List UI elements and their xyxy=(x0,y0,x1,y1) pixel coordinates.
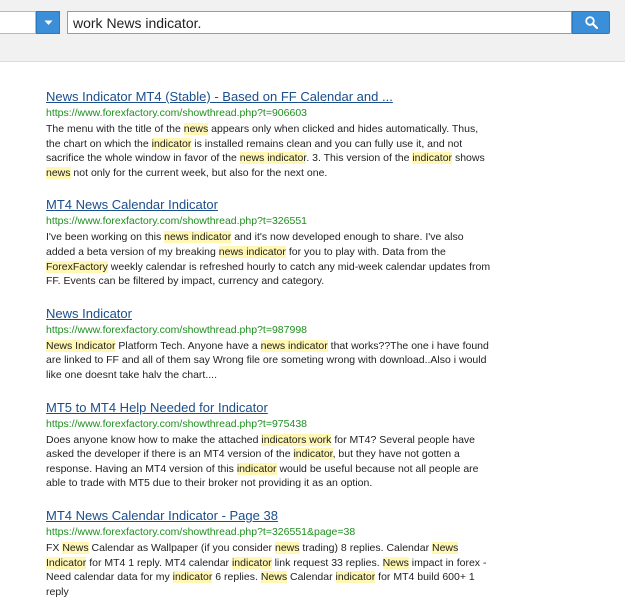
result-snippet: Does anyone know how to make the attache… xyxy=(46,433,491,491)
snippet-text: Platform Tech. Anyone have a xyxy=(115,339,261,352)
result-url: https://www.forexfactory.com/showthread.… xyxy=(46,107,307,119)
search-button[interactable] xyxy=(572,11,610,34)
result-snippet: The menu with the title of the news appe… xyxy=(46,122,491,180)
snippet-text: trading) 8 replies. Calendar xyxy=(299,541,432,554)
result-snippet: FX News Calendar as Wallpaper (if you co… xyxy=(46,541,491,599)
snippet-highlight: News xyxy=(260,571,288,584)
search-result: News Indicator MT4 (Stable) - Based on F… xyxy=(46,89,491,180)
chevron-down-icon xyxy=(44,20,52,25)
snippet-text: link request 33 replies. xyxy=(271,556,383,569)
snippet-highlight: ForexFactory xyxy=(46,260,108,273)
result-snippet: I've been working on this news indicator… xyxy=(46,230,491,288)
snippet-highlight: indicator xyxy=(335,571,376,584)
snippet-highlight: indicator xyxy=(236,462,277,475)
dropdown-button[interactable] xyxy=(36,11,60,34)
result-url: https://www.forexfactory.com/showthread.… xyxy=(46,215,307,228)
snippet-highlight: news xyxy=(274,541,300,554)
snippet-highlight: indicator xyxy=(231,556,272,569)
snippet-highlight: indicator xyxy=(412,152,453,165)
search-result: News Indicator https://www.forexfactory.… xyxy=(46,306,491,383)
snippet-text: The menu with the title of the xyxy=(46,123,184,135)
snippet-highlight: indicators work xyxy=(261,433,332,446)
result-title-link[interactable]: MT4 News Calendar Indicator xyxy=(46,197,491,213)
result-url: https://www.forexfactory.com/showthread.… xyxy=(46,525,356,538)
snippet-text: shows xyxy=(452,152,485,165)
snippet-text: weekly calendar is refreshed hourly to c… xyxy=(46,260,491,288)
snippet-text: Calendar as Wallpaper (if you consider xyxy=(88,541,275,554)
snippet-text: for you to play with. Data from the xyxy=(285,245,446,258)
snippet-highlight: news indicator xyxy=(260,339,328,352)
snippet-text: 6 replies. xyxy=(212,571,261,584)
result-snippet: News Indicator Platform Tech. Anyone hav… xyxy=(46,339,491,383)
result-title-link[interactable]: MT4 News Calendar Indicator - Page 38 xyxy=(46,508,491,524)
snippet-highlight: news indicator xyxy=(164,231,232,244)
result-url: https://www.forexfactory.com/showthread.… xyxy=(46,417,307,430)
snippet-highlight: news xyxy=(183,123,209,135)
snippet-highlight: indicator xyxy=(151,137,192,150)
search-result: MT5 to MT4 Help Needed for Indicator htt… xyxy=(46,400,491,491)
result-title-link[interactable]: MT5 to MT4 Help Needed for Indicator xyxy=(46,400,491,416)
search-toolbar xyxy=(0,0,625,62)
snippet-text: FX xyxy=(46,541,63,554)
snippet-highlight: News xyxy=(382,556,409,569)
snippet-text: not only for the current week, but also … xyxy=(70,166,328,179)
snippet-text: Calendar xyxy=(287,571,336,584)
search-results: News Indicator MT4 (Stable) - Based on F… xyxy=(46,89,491,616)
snippet-text: I've been working on this xyxy=(46,231,165,244)
search-input[interactable] xyxy=(67,11,572,34)
snippet-highlight: indicator xyxy=(172,571,213,584)
snippet-highlight: News Indicator xyxy=(46,339,116,352)
search-icon xyxy=(584,16,598,29)
result-title-link[interactable]: News Indicator xyxy=(46,306,491,322)
search-engine-select[interactable] xyxy=(0,11,36,34)
snippet-highlight: News xyxy=(62,541,89,554)
snippet-highlight: news indicator xyxy=(239,152,307,165)
snippet-highlight: news xyxy=(46,166,71,179)
result-url: https://www.forexfactory.com/showthread.… xyxy=(46,323,307,336)
snippet-highlight: indicator xyxy=(293,448,333,461)
snippet-text: for MT4 1 reply. MT4 calendar xyxy=(86,556,232,569)
snippet-text: . 3. This version of the xyxy=(306,152,413,165)
search-result: MT4 News Calendar Indicator https://www.… xyxy=(46,197,491,288)
search-result: MT4 News Calendar Indicator - Page 38 ht… xyxy=(46,508,491,599)
snippet-text: Does anyone know how to make the attache… xyxy=(46,433,262,446)
result-title-link[interactable]: News Indicator MT4 (Stable) - Based on F… xyxy=(46,89,491,105)
snippet-highlight: news indicator xyxy=(218,245,286,258)
